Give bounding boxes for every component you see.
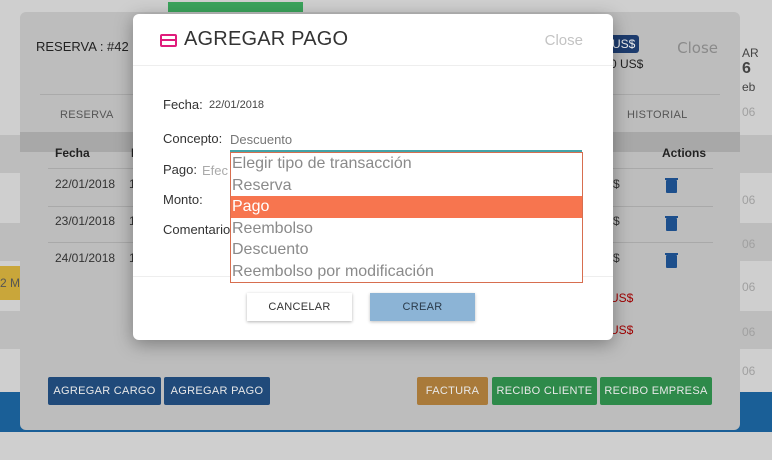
concepto-label: Concepto: <box>163 131 223 146</box>
tab-reserva[interactable]: RESERVA <box>60 109 114 121</box>
comentario-label: Comentario <box>163 222 231 237</box>
modal-title: AGREGAR PAGO <box>184 28 349 50</box>
cancel-button[interactable]: CANCELAR <box>247 293 352 321</box>
modal-close-button[interactable]: Close <box>545 32 583 49</box>
modal-header: AGREGAR PAGO Close <box>133 14 613 66</box>
total-amount: US$ <box>610 323 634 337</box>
dropdown-option[interactable]: Reembolso <box>231 218 582 240</box>
background-calendar-cell: 2 M <box>0 266 20 300</box>
dropdown-option[interactable]: Descuento <box>231 239 582 261</box>
table-header-fecha: Fecha <box>55 146 90 160</box>
credit-card-icon <box>160 34 177 47</box>
pago-select[interactable]: Efec <box>202 163 228 178</box>
agregar-pago-button[interactable]: AGREGAR PAGO <box>164 377 270 405</box>
dropdown-option[interactable]: Elegir tipo de transacción <box>231 153 582 175</box>
total-amount: US$ <box>610 291 634 305</box>
monto-label: Monto: <box>163 192 203 207</box>
trash-icon[interactable] <box>665 216 678 231</box>
background-label: AR <box>742 46 759 60</box>
background-label: 06 <box>742 325 756 339</box>
concepto-select[interactable]: Descuento <box>230 132 582 152</box>
table-cell-fecha: 22/01/2018 <box>55 177 116 191</box>
trash-icon[interactable] <box>665 178 678 193</box>
background-label: 06 <box>742 237 756 251</box>
table-cell-amount: $ <box>613 251 620 265</box>
table-header-actions: Actions <box>662 146 707 160</box>
usd-amount: 0 US$ <box>610 57 644 71</box>
table-cell-amount: $ <box>613 177 620 191</box>
reserva-title: RESERVA : #42 <box>36 39 129 54</box>
table-cell-amount: $ <box>613 214 620 228</box>
background-label: 06 <box>742 193 756 207</box>
table-cell-fecha: 23/01/2018 <box>55 214 116 228</box>
tab-historial[interactable]: HISTORIAL <box>627 109 688 121</box>
concepto-dropdown[interactable]: Elegir tipo de transacción Reserva Pago … <box>230 152 583 283</box>
background-label: 06 <box>742 280 756 294</box>
recibo-cliente-button[interactable]: RECIBO CLIENTE <box>492 377 597 405</box>
agregar-cargo-button[interactable]: AGREGAR CARGO <box>48 377 161 405</box>
dropdown-option[interactable]: Reembolso por modificación <box>231 261 582 283</box>
background-label: 6 <box>742 60 751 77</box>
background-label: 06 <box>742 364 756 378</box>
background-label: eb <box>742 80 756 94</box>
pago-label: Pago: <box>163 162 197 177</box>
create-button[interactable]: CREAR <box>370 293 475 321</box>
factura-button[interactable]: FACTURA <box>417 377 488 405</box>
fecha-label: Fecha: <box>163 97 203 112</box>
reserva-close-button[interactable]: Close <box>677 39 718 57</box>
fecha-value[interactable]: 22/01/2018 <box>209 99 264 111</box>
dropdown-option[interactable]: Reserva <box>231 175 582 197</box>
dropdown-option-highlighted[interactable]: Pago <box>231 196 582 218</box>
table-cell-fecha: 24/01/2018 <box>55 251 116 265</box>
recibo-empresa-button[interactable]: RECIBO EMPRESA <box>600 377 712 405</box>
background-label: 06 <box>742 105 756 119</box>
trash-icon[interactable] <box>665 253 678 268</box>
